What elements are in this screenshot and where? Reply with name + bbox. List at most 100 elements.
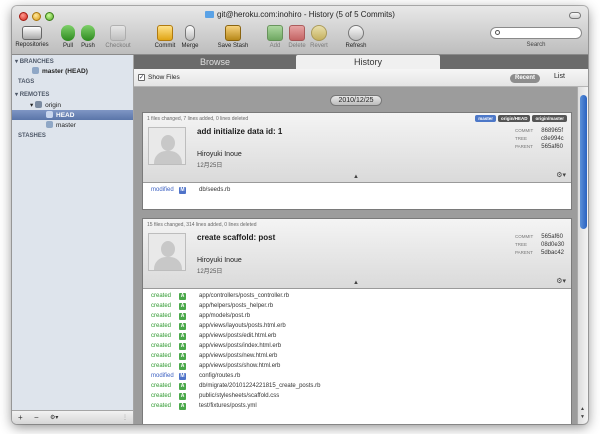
save-stash-button[interactable]: Save Stash (214, 25, 252, 49)
changed-files-list: modified Mdb/seeds.rb (143, 183, 571, 199)
parent-hash[interactable]: 5dbac42 (541, 250, 564, 256)
file-status-icon: A (179, 293, 186, 300)
recent-toggle[interactable]: Recent (510, 74, 540, 83)
checkout-label: Checkout (105, 43, 131, 49)
commit-stats: 1 files changed, 7 lines added, 0 lines … (147, 116, 249, 122)
parent-hash[interactable]: 565af60 (541, 144, 563, 150)
commit-card[interactable]: 15 files changed, 314 lines added, 0 lin… (142, 218, 572, 424)
commit-label: Commit (154, 43, 176, 49)
commit-date: 12月25日 (197, 163, 223, 169)
search-icon (495, 30, 500, 35)
collapse-chevron-icon[interactable]: ▲ (353, 174, 359, 180)
file-status: modified (151, 187, 174, 193)
revert-button[interactable]: Revert (308, 25, 330, 49)
pull-label: Pull (62, 43, 73, 49)
file-row[interactable]: created Aapp/models/post.rb (143, 312, 571, 322)
gear-icon[interactable]: ⚙▾ (556, 171, 566, 179)
file-row[interactable]: created Apublic/stylesheets/scaffold.css (143, 392, 571, 402)
sidebar-action-menu[interactable]: ⚙▾ (50, 414, 58, 421)
push-label: Push (81, 43, 95, 49)
ref-badge[interactable]: master (475, 115, 496, 122)
file-row[interactable]: created Aapp/views/posts/show.html.erb (143, 362, 571, 372)
ref-badge[interactable]: origin/HEAD (497, 115, 531, 122)
file-row[interactable]: modified Mconfig/routes.rb (143, 372, 571, 382)
file-path: public/stylesheets/scaffold.css (199, 393, 280, 399)
file-status-icon: A (179, 323, 186, 330)
file-path: app/views/posts/new.html.erb (199, 353, 278, 359)
file-status-icon: A (179, 313, 186, 320)
file-status: created (151, 333, 172, 339)
search-label: Search (526, 42, 546, 48)
search-input[interactable] (490, 27, 582, 39)
branch-icon (46, 111, 53, 118)
commit-hash-label: COMMIT (515, 234, 534, 239)
file-row[interactable]: created Adb/migrate/20101224221815_create… (143, 382, 571, 392)
remotes-header: REMOTES (19, 92, 50, 98)
file-path: app/views/posts/index.html.erb (199, 343, 282, 349)
origin-label: origin (45, 102, 61, 109)
sidebar-remove-button[interactable]: − (34, 413, 39, 422)
file-status: created (151, 363, 172, 369)
history-scrollbar[interactable]: ▲ ▼ (577, 87, 588, 424)
pull-button[interactable]: Pull (58, 25, 78, 49)
sidebar-section-remotes[interactable]: ▾ REMOTES (15, 91, 49, 98)
gear-icon[interactable]: ⚙▾ (556, 277, 566, 285)
resize-handle-icon[interactable]: ⋮ (122, 414, 128, 421)
tab-browse[interactable]: Browse (134, 55, 296, 69)
file-row[interactable]: created Aapp/controllers/posts_controller… (143, 292, 571, 302)
tree-hash: c8e994c (541, 136, 564, 142)
commit-hash-label: COMMIT (515, 128, 534, 133)
file-path: db/migrate/20101224221815_create_posts.r… (199, 383, 321, 389)
repositories-button[interactable]: Repositories (15, 25, 49, 48)
titlebar-toolbar: git@heroku.com:inohiro - History (5 of 5… (12, 6, 588, 55)
file-status: created (151, 383, 172, 389)
sidebar-section-branches[interactable]: ▾ BRANCHES (15, 58, 54, 65)
tab-history[interactable]: History (296, 55, 440, 69)
show-files-label[interactable]: Show Files (148, 74, 180, 81)
file-row[interactable]: created Aapp/views/posts/edit.html.erb (143, 332, 571, 342)
file-row[interactable]: created Aapp/views/posts/new.html.erb (143, 352, 571, 362)
repositories-icon (22, 26, 42, 40)
file-row[interactable]: created Aapp/helpers/posts_helper.rb (143, 302, 571, 312)
file-status-icon: A (179, 333, 186, 340)
file-status: modified (151, 373, 174, 379)
delete-button[interactable]: Delete (286, 25, 308, 49)
show-files-checkbox[interactable]: ✓ (138, 74, 145, 81)
file-status: created (151, 323, 172, 329)
sidebar-section-tags[interactable]: TAGS (18, 79, 34, 85)
file-status-icon: A (179, 403, 186, 410)
sidebar-item-master-head[interactable]: master (HEAD) (32, 67, 88, 75)
sidebar-item-origin-master[interactable]: master (46, 121, 76, 129)
list-toggle[interactable]: List (554, 73, 565, 80)
checkout-button[interactable]: Checkout (103, 25, 133, 49)
sidebar-item-origin-head[interactable]: HEAD (46, 111, 74, 119)
file-row[interactable]: created Atest/fixtures/posts.yml (143, 402, 571, 412)
add-button[interactable]: Add (266, 25, 284, 49)
file-row[interactable]: created Aapp/views/layouts/posts.html.erb (143, 322, 571, 332)
ref-badge[interactable]: origin/master (532, 115, 567, 122)
collapse-chevron-icon[interactable]: ▲ (353, 280, 359, 286)
commit-meta: COMMIT 565af60 TREE 08d0e30 PARENT 5dbac42 (515, 233, 564, 257)
refresh-button[interactable]: Refresh (342, 25, 370, 49)
merge-button[interactable]: Merge (178, 25, 202, 49)
file-row[interactable]: created Aapp/views/posts/index.html.erb (143, 342, 571, 352)
commit-button[interactable]: Commit (152, 25, 178, 49)
branches-header: BRANCHES (19, 59, 54, 65)
sidebar-item-origin[interactable]: ▾ origin (30, 101, 61, 109)
commit-card[interactable]: 1 files changed, 7 lines added, 0 lines … (142, 112, 572, 210)
commit-meta: COMMIT 868965f TREE c8e994c PARENT 565af60 (515, 127, 564, 151)
sidebar-add-button[interactable]: + (18, 413, 23, 422)
scrollbar-thumb[interactable] (580, 95, 587, 229)
scroll-down-arrow-icon[interactable]: ▼ (580, 414, 585, 420)
file-path: app/views/posts/show.html.erb (199, 363, 281, 369)
sidebar-section-stashes[interactable]: STASHES (18, 133, 46, 139)
ref-badges: master origin/HEAD origin/master (473, 115, 567, 122)
push-button[interactable]: Push (78, 25, 98, 49)
file-status-icon: M (179, 187, 186, 194)
folder-icon (205, 11, 215, 18)
file-row[interactable]: modified Mdb/seeds.rb (143, 186, 571, 196)
commit-title: add initialize data id: 1 (197, 127, 283, 136)
avatar (148, 233, 186, 271)
parent-hash-label: PARENT (515, 250, 533, 255)
scroll-up-arrow-icon[interactable]: ▲ (580, 406, 585, 412)
